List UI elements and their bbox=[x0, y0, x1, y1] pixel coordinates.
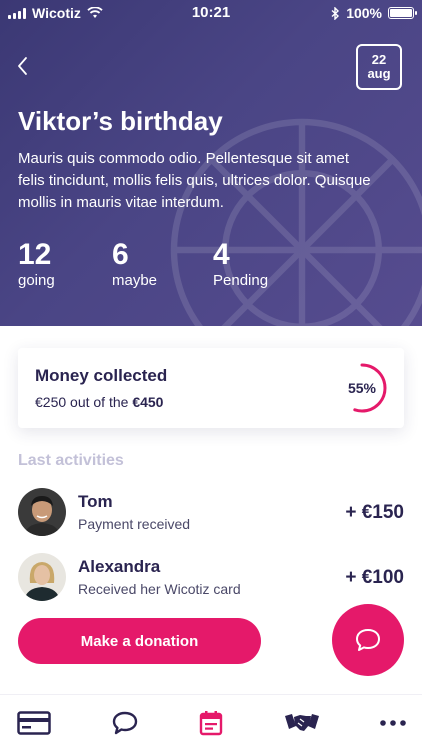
money-collected-card[interactable]: Money collected €250 out of the €450 55% bbox=[18, 348, 404, 428]
event-title: Viktor’s birthday bbox=[18, 106, 223, 136]
money-subtitle: €250 out of the €450 bbox=[35, 394, 163, 410]
money-title: Money collected bbox=[35, 366, 168, 385]
card-icon bbox=[17, 711, 51, 735]
date-badge: 22 aug bbox=[356, 44, 402, 90]
attendance-stats: 12 going 6 maybe 4 Pending bbox=[18, 238, 313, 289]
money-collected-amount: €250 out of the bbox=[35, 394, 133, 410]
stat-label: going bbox=[18, 272, 55, 289]
more-icon bbox=[380, 720, 406, 726]
stat-maybe[interactable]: 6 maybe bbox=[112, 238, 213, 289]
tab-card[interactable] bbox=[16, 709, 52, 737]
make-donation-button[interactable]: Make a donation bbox=[18, 618, 261, 664]
section-title: Last activities bbox=[18, 452, 124, 469]
event-description: Mauris quis commodo odio. Pellentesque s… bbox=[18, 150, 371, 211]
activity-description: Payment received bbox=[78, 516, 191, 532]
stat-value: 6 bbox=[112, 238, 129, 271]
avatar bbox=[18, 553, 66, 601]
progress-label: 55% bbox=[347, 380, 377, 396]
money-total-amount: €450 bbox=[132, 394, 164, 410]
handshake-icon bbox=[285, 714, 319, 731]
battery-percent: 100% bbox=[346, 5, 382, 21]
stat-value: 4 bbox=[213, 238, 230, 271]
activity-name: Tom bbox=[78, 492, 113, 511]
bluetooth-icon bbox=[331, 6, 340, 20]
activity-item[interactable]: Tom Payment received + €150 bbox=[18, 488, 404, 538]
stat-label: maybe bbox=[112, 272, 158, 289]
activity-amount: + €150 bbox=[345, 502, 404, 523]
tab-handshake[interactable] bbox=[284, 709, 320, 737]
activity-description: Received her Wicotiz card bbox=[78, 581, 241, 597]
tab-chat[interactable] bbox=[107, 709, 143, 737]
event-header: Wicotiz 10:21 100% 22 aug Viktor’s birth… bbox=[0, 0, 422, 326]
chat-button[interactable] bbox=[332, 604, 404, 676]
activity-name: Alexandra bbox=[78, 557, 161, 576]
stat-value: 12 bbox=[18, 238, 52, 271]
chat-bubble-icon bbox=[356, 629, 380, 651]
stat-going[interactable]: 12 going bbox=[18, 238, 112, 289]
status-bar: Wicotiz 10:21 100% bbox=[0, 0, 422, 26]
tab-bar bbox=[0, 694, 422, 750]
chat-icon bbox=[112, 711, 138, 735]
stat-label: Pending bbox=[213, 272, 269, 289]
calendar-icon bbox=[199, 711, 223, 736]
stat-pending[interactable]: 4 Pending bbox=[213, 238, 313, 289]
date-day: 22 bbox=[371, 52, 387, 67]
tab-more[interactable] bbox=[375, 709, 411, 737]
tab-calendar[interactable] bbox=[193, 709, 229, 737]
battery-icon bbox=[388, 7, 417, 19]
chevron-left-icon[interactable] bbox=[12, 54, 36, 78]
activity-item[interactable]: Alexandra Received her Wicotiz card + €1… bbox=[18, 553, 404, 603]
avatar bbox=[18, 488, 66, 536]
date-month: aug bbox=[367, 66, 391, 82]
activity-amount: + €100 bbox=[345, 567, 404, 588]
